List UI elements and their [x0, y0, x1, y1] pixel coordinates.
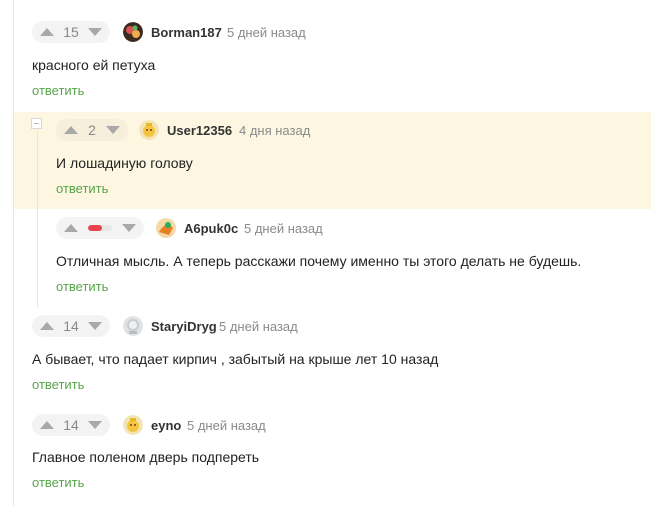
- timestamp[interactable]: 5 дней назад: [227, 25, 306, 41]
- username[interactable]: StaryiDryg: [151, 319, 217, 335]
- reply-link[interactable]: ответить: [56, 181, 108, 197]
- vote-control: 15: [32, 21, 110, 43]
- comment-text: А бывает, что падает кирпич , забытый на…: [32, 351, 439, 367]
- username[interactable]: User12356: [167, 123, 232, 139]
- username[interactable]: Borman187: [151, 25, 222, 41]
- rating-bar: [88, 225, 112, 231]
- nested-thread-line: [37, 130, 38, 308]
- comment-text: Главное поленом дверь подпереть: [32, 449, 260, 465]
- vote-count: 15: [63, 24, 79, 40]
- downvote-icon[interactable]: [87, 421, 102, 429]
- avatar[interactable]: [123, 22, 143, 42]
- vote-count: 14: [63, 417, 79, 433]
- upvote-icon[interactable]: [64, 224, 78, 232]
- downvote-icon[interactable]: [87, 322, 102, 330]
- vote-control: 14: [32, 315, 110, 337]
- username[interactable]: eyno: [151, 418, 181, 434]
- collapse-thread-button[interactable]: [31, 118, 42, 129]
- reply-link[interactable]: ответить: [32, 475, 84, 491]
- reply-link[interactable]: ответить: [32, 83, 84, 99]
- username[interactable]: A6puk0c: [184, 221, 238, 237]
- comment-text: Отличная мысль. А теперь расскажи почему…: [56, 253, 582, 269]
- timestamp[interactable]: 5 дней назад: [219, 319, 298, 335]
- avatar[interactable]: [123, 316, 143, 336]
- thread-line: [13, 0, 14, 506]
- vote-control: 14: [32, 414, 110, 436]
- comment-text: И лошадиную голову: [56, 155, 193, 171]
- vote-count: 14: [63, 318, 79, 334]
- vote-control: 2: [56, 119, 128, 141]
- reply-link[interactable]: ответить: [56, 279, 108, 295]
- avatar[interactable]: [156, 218, 176, 238]
- downvote-icon[interactable]: [87, 28, 102, 36]
- downvote-icon[interactable]: [105, 126, 120, 134]
- comment-text: красного ей петуха: [32, 57, 156, 73]
- timestamp[interactable]: 5 дней назад: [187, 418, 266, 434]
- upvote-icon[interactable]: [40, 322, 54, 330]
- downvote-icon[interactable]: [122, 224, 136, 232]
- vote-control: [56, 217, 144, 239]
- avatar[interactable]: [123, 415, 143, 435]
- avatar[interactable]: [139, 120, 159, 140]
- vote-count: 2: [88, 122, 96, 138]
- timestamp[interactable]: 4 дня назад: [239, 123, 310, 139]
- reply-link[interactable]: ответить: [32, 377, 84, 393]
- upvote-icon[interactable]: [40, 28, 54, 36]
- upvote-icon[interactable]: [40, 421, 54, 429]
- timestamp[interactable]: 5 дней назад: [244, 221, 323, 237]
- upvote-icon[interactable]: [64, 126, 78, 134]
